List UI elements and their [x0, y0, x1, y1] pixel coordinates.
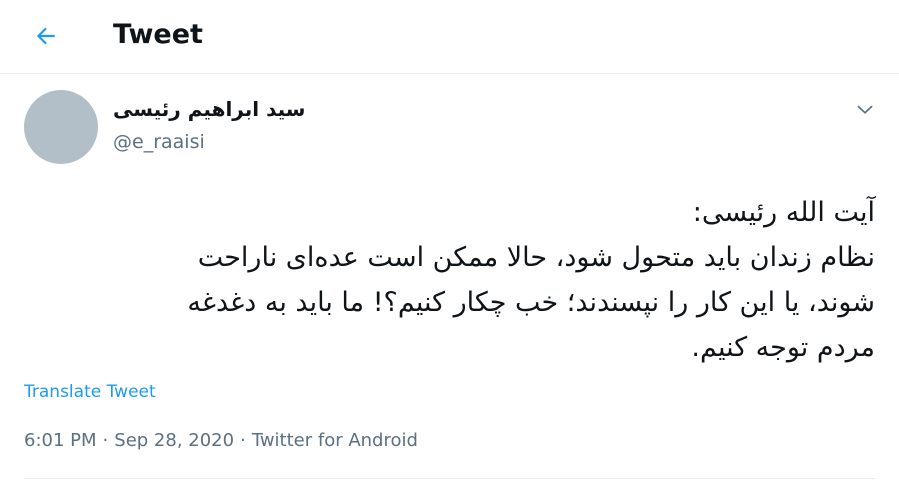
meta-separator: · — [240, 430, 246, 451]
translate-tweet-link[interactable]: Translate Tweet — [24, 379, 156, 405]
avatar[interactable] — [24, 90, 98, 164]
arrow-left-icon — [36, 27, 55, 45]
tweet-text: آیت الله رئیسی: نظام زندان باید متحول شو… — [35, 190, 875, 370]
chevron-down-icon — [857, 105, 873, 114]
back-button[interactable] — [26, 16, 66, 56]
page-title: Tweet — [113, 19, 203, 50]
divider — [24, 478, 875, 479]
tweet-text-line: نظام زندان باید متحول شود، حالا ممکن است… — [197, 242, 875, 273]
tweet-date[interactable]: Sep 28, 2020 — [114, 427, 234, 455]
tweet-text-line: مردم توجه کنیم. — [691, 332, 875, 363]
author-display-name[interactable]: سید ابراهیم رئیسی — [113, 94, 305, 124]
page-header: Tweet — [0, 0, 899, 74]
tweet-menu-button[interactable] — [848, 92, 882, 126]
meta-separator: · — [102, 430, 109, 451]
author-handle[interactable]: @e_raaisi — [113, 128, 205, 156]
tweet-metadata: 6:01 PM · Sep 28, 2020 · Twitter for And… — [24, 427, 418, 455]
tweet-text-line: شوند، یا این کار را نپسندند؛ خب چکار کنی… — [187, 287, 875, 318]
tweet-text-line: آیت الله رئیسی: — [692, 197, 875, 228]
tweet-time[interactable]: 6:01 PM — [24, 427, 97, 455]
tweet-source[interactable]: Twitter for Android — [252, 427, 418, 455]
